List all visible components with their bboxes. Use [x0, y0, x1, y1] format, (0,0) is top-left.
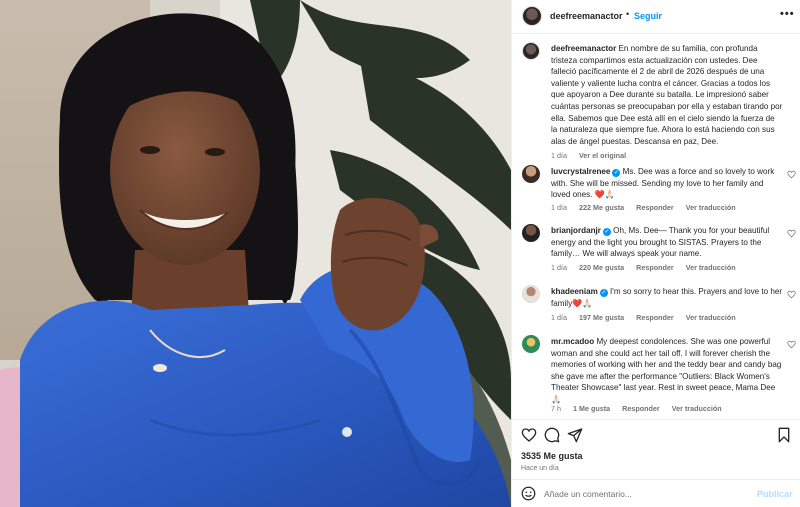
comment-like-icon[interactable]: [787, 170, 796, 179]
comment-username[interactable]: khadeeniam: [551, 287, 598, 296]
bookmark-icon[interactable]: [776, 427, 792, 443]
translate-link[interactable]: Ver traducción: [686, 313, 736, 322]
comment-meta: 1 día 197 Me gusta Responder Ver traducc…: [551, 313, 746, 322]
heart-icon[interactable]: [521, 427, 537, 443]
comment-text: mr.mcadoo My deepest condolences. She wa…: [551, 336, 783, 406]
comment-username[interactable]: brianjordanjr: [551, 226, 601, 235]
comment-text: khadeeniam ✓ I'm so sorry to hear this. P…: [551, 286, 783, 309]
comment-icon[interactable]: [544, 427, 560, 443]
post-image: [0, 0, 511, 507]
comment-item: luvcrystalrenee ✓ Ms. Dee was a force and…: [512, 165, 800, 213]
comment-time[interactable]: 7 h: [551, 404, 561, 413]
comment-meta: 7 h 1 Me gusta Responder Ver traducción: [551, 404, 732, 413]
comment-time[interactable]: 1 día: [551, 203, 567, 212]
comment-time[interactable]: 1 día: [551, 313, 567, 322]
comments-list[interactable]: deefreemanactor En nombre de su familia,…: [512, 34, 800, 419]
translate-link[interactable]: Ver traducción: [686, 203, 736, 212]
caption-item: deefreemanactor En nombre de su familia,…: [512, 42, 800, 160]
comment-likes[interactable]: 220 Me gusta: [579, 263, 624, 272]
comment-likes[interactable]: 1 Me gusta: [573, 404, 610, 413]
comment-text: luvcrystalrenee ✓ Ms. Dee was a force and…: [551, 166, 783, 201]
post-comment-button[interactable]: Publicar: [757, 489, 793, 499]
verified-badge-icon: ✓: [599, 289, 608, 297]
reply-button[interactable]: Responder: [636, 313, 674, 322]
post-sidebar: deefreemanactor • Seguir ••• deefreemana…: [511, 0, 800, 507]
share-icon[interactable]: [567, 427, 583, 443]
avatar[interactable]: [522, 335, 540, 353]
comment-item: khadeeniam ✓ I'm so sorry to hear this. P…: [512, 285, 800, 325]
comment-item: mr.mcadoo My deepest condolences. She wa…: [512, 335, 800, 419]
caption-text: deefreemanactor En nombre de su familia,…: [551, 43, 783, 147]
avatar[interactable]: [522, 285, 540, 303]
comment-like-icon[interactable]: [787, 340, 796, 349]
likes-count[interactable]: 3535 Me gusta: [521, 451, 583, 461]
caption-username[interactable]: deefreemanactor: [551, 44, 616, 53]
post-actions: 3535 Me gusta Hace un día: [512, 419, 800, 479]
see-original-link[interactable]: Ver el original: [579, 151, 626, 160]
comment-like-icon[interactable]: [787, 229, 796, 238]
comment-meta: 1 día 222 Me gusta Responder Ver traducc…: [551, 203, 746, 212]
follow-button[interactable]: Seguir: [634, 11, 662, 21]
comment-item: brianjordanjr ✓ Oh, Ms. Dee— Thank you fo…: [512, 224, 800, 272]
add-comment-bar: Publicar: [512, 479, 800, 507]
comment-username[interactable]: mr.mcadoo: [551, 337, 594, 346]
avatar[interactable]: [522, 224, 540, 242]
comment-likes[interactable]: 197 Me gusta: [579, 313, 624, 322]
comment-likes[interactable]: 222 Me gusta: [579, 203, 624, 212]
comment-meta: 1 día 220 Me gusta Responder Ver traducc…: [551, 263, 746, 272]
verified-badge-icon: ✓: [612, 169, 621, 177]
reply-button[interactable]: Responder: [636, 263, 674, 272]
post-photo[interactable]: [0, 0, 511, 507]
comment-like-icon[interactable]: [787, 290, 796, 299]
verified-badge-icon: ✓: [602, 228, 611, 236]
comment-time[interactable]: 1 día: [551, 263, 567, 272]
more-options-icon[interactable]: •••: [780, 8, 795, 20]
translate-link[interactable]: Ver traducción: [672, 404, 722, 413]
post-header: deefreemanactor • Seguir •••: [512, 0, 800, 34]
comment-username[interactable]: luvcrystalrenee: [551, 167, 610, 176]
caption-body: En nombre de su familia, con profunda tr…: [551, 44, 783, 146]
avatar[interactable]: [522, 6, 542, 26]
separator-dot: •: [626, 9, 630, 19]
emoji-icon[interactable]: [521, 486, 536, 501]
comment-input[interactable]: [544, 486, 744, 502]
comment-body: My deepest condolences. She was one powe…: [551, 337, 782, 404]
reply-button[interactable]: Responder: [636, 203, 674, 212]
translate-link[interactable]: Ver traducción: [686, 263, 736, 272]
comment-text: brianjordanjr ✓ Oh, Ms. Dee— Thank you fo…: [551, 225, 783, 260]
post-timestamp: Hace un día: [521, 465, 559, 472]
avatar[interactable]: [522, 42, 540, 60]
avatar[interactable]: [522, 165, 540, 183]
reply-button[interactable]: Responder: [622, 404, 660, 413]
post-username[interactable]: deefreemanactor: [550, 11, 623, 21]
caption-meta: 1 día Ver el original: [551, 151, 636, 160]
caption-time[interactable]: 1 día: [551, 151, 567, 160]
